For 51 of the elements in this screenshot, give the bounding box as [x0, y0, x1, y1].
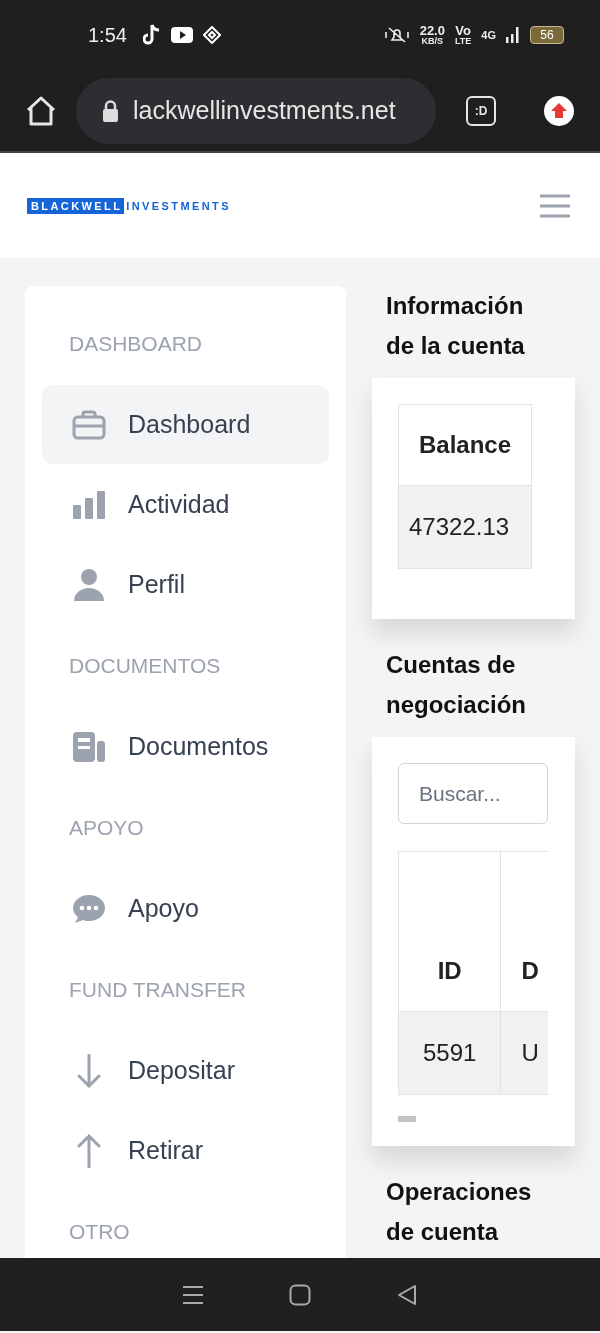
volte-label: Vo	[455, 24, 471, 37]
menu-icon[interactable]	[182, 1284, 205, 1305]
document-icon	[72, 730, 106, 763]
arrow-up-icon	[77, 1133, 101, 1168]
battery-level: 56	[530, 26, 564, 44]
sidebar-item[interactable]: Dashboard	[42, 385, 329, 464]
tab-switcher[interactable]: :D	[466, 95, 496, 126]
section-title: Información de la cuenta	[385, 291, 526, 361]
sidebar-item[interactable]: Depositar	[42, 1031, 329, 1110]
section-title: Operaciones de cuenta	[385, 1177, 533, 1247]
table-cell: 5591	[398, 1011, 501, 1095]
home-square-icon[interactable]	[289, 1283, 311, 1306]
arrow-down-icon	[77, 1053, 101, 1088]
bar-chart-icon	[72, 490, 106, 519]
briefcase-icon	[72, 409, 106, 440]
section-heading: DASHBOARD	[68, 331, 203, 356]
section-heading: APOYO	[68, 815, 144, 840]
table-cell: U	[500, 1011, 548, 1095]
section-heading: OTRO	[68, 1219, 130, 1244]
sidebar-item[interactable]: Perfil	[42, 545, 329, 624]
back-icon[interactable]	[395, 1283, 418, 1306]
section-title: Cuentas de negociación	[385, 650, 528, 720]
section-heading: DOCUMENTOS	[68, 653, 221, 678]
address-bar[interactable]: lackwellinvestments.net	[76, 77, 436, 144]
clock-time: 1:54	[88, 23, 127, 47]
net-speed: 22.0	[419, 24, 445, 37]
network-label: 4G	[481, 29, 496, 41]
muted-bell-icon	[383, 26, 410, 44]
search-field[interactable]: Buscar...	[398, 763, 548, 824]
chat-bubble-icon	[72, 893, 106, 924]
user-icon	[74, 568, 104, 601]
home-icon[interactable]	[26, 95, 56, 126]
sidebar-item[interactable]: Apoyo	[42, 869, 329, 948]
sidebar-item[interactable]: Documentos	[42, 707, 329, 786]
section-heading: FUND TRANSFER	[68, 977, 246, 1002]
play-icon	[170, 27, 193, 43]
lte-label: LTE	[454, 37, 472, 46]
sidebar-item[interactable]: Retirar	[42, 1111, 329, 1190]
column-header: D	[500, 851, 548, 1012]
table-cell: 47322.13	[398, 485, 532, 569]
signal-icon	[506, 27, 520, 43]
net-unit: KB/S	[421, 37, 444, 46]
column-header: Balance	[398, 404, 532, 486]
lock-icon	[102, 99, 119, 122]
diamond-icon	[202, 26, 221, 44]
scrollbar-thumb[interactable]	[398, 1116, 416, 1122]
sidebar-item[interactable]: Actividad	[42, 465, 329, 544]
logo-text[interactable]: INVESTMENTS	[124, 199, 231, 212]
logo-mark[interactable]: BLACKWELL	[27, 197, 125, 214]
column-header: ID	[398, 851, 501, 1012]
music-note-icon	[142, 24, 161, 46]
